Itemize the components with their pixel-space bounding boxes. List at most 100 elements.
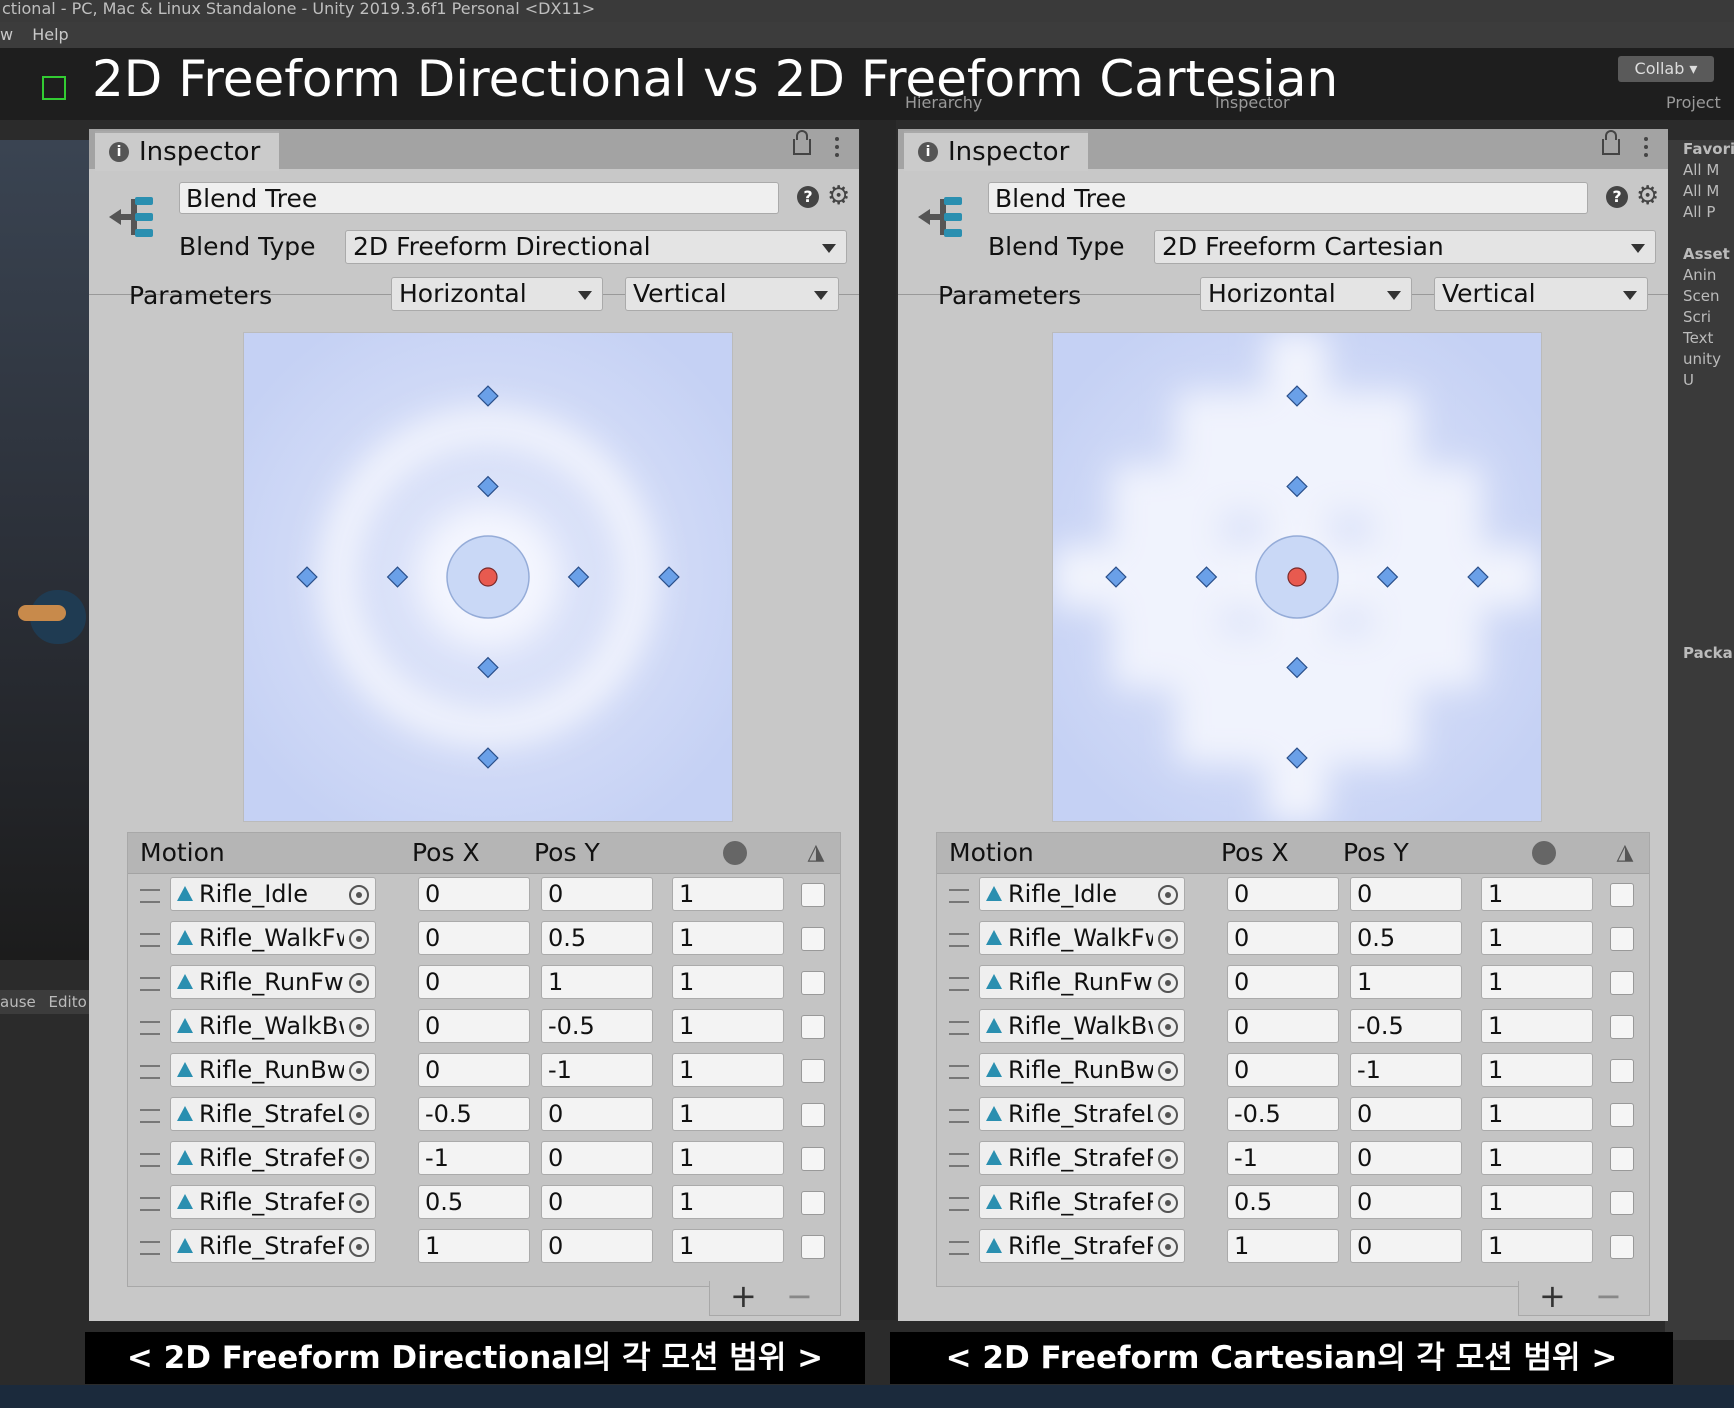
- object-picker-icon[interactable]: [349, 929, 369, 949]
- motion-node-selected[interactable]: [1287, 567, 1307, 587]
- project-item[interactable]: Scri: [1665, 308, 1734, 329]
- posy-field[interactable]: -0.5: [541, 1009, 653, 1043]
- remove-motion-button[interactable]: −: [1595, 1279, 1622, 1313]
- project-item[interactable]: Scen: [1665, 287, 1734, 308]
- posy-field[interactable]: -1: [1350, 1053, 1462, 1087]
- object-picker-icon[interactable]: [1158, 885, 1178, 905]
- posx-field[interactable]: 0.5: [418, 1185, 530, 1219]
- posx-field[interactable]: 0.5: [1227, 1185, 1339, 1219]
- editor-label[interactable]: Edito: [49, 993, 87, 1011]
- drag-handle-icon[interactable]: [949, 1021, 969, 1035]
- posy-field[interactable]: 0: [541, 877, 653, 911]
- speed-field[interactable]: 1: [672, 877, 784, 911]
- blend-graph[interactable]: [1052, 332, 1542, 822]
- clip-field[interactable]: Rifle_StrafeRi: [979, 1185, 1185, 1219]
- posx-field[interactable]: 0: [1227, 1053, 1339, 1087]
- speed-field[interactable]: 1: [1481, 1097, 1593, 1131]
- drag-handle-icon[interactable]: [949, 1241, 969, 1255]
- project-item[interactable]: All P: [1665, 203, 1734, 224]
- speed-field[interactable]: 1: [672, 1229, 784, 1263]
- gear-icon[interactable]: ⚙: [827, 181, 850, 211]
- project-item[interactable]: U: [1665, 371, 1734, 392]
- inspector-tab[interactable]: i Inspector: [95, 131, 279, 171]
- drag-handle-icon[interactable]: [140, 1197, 160, 1211]
- parameter-x-dropdown[interactable]: Horizontal: [391, 277, 603, 311]
- mirror-checkbox[interactable]: [801, 1015, 825, 1039]
- object-picker-icon[interactable]: [349, 1149, 369, 1169]
- posx-field[interactable]: 0: [1227, 877, 1339, 911]
- clip-field[interactable]: Rifle_WalkBw: [979, 1009, 1185, 1043]
- clip-field[interactable]: Rifle_Idle: [979, 877, 1185, 911]
- clip-field[interactable]: Rifle_WalkBw: [170, 1009, 376, 1043]
- speed-field[interactable]: 1: [672, 1097, 784, 1131]
- clip-field[interactable]: Rifle_RunBwd: [979, 1053, 1185, 1087]
- speed-field[interactable]: 1: [1481, 877, 1593, 911]
- speed-field[interactable]: 1: [672, 921, 784, 955]
- posx-field[interactable]: 0: [418, 877, 530, 911]
- mirror-checkbox[interactable]: [1610, 1103, 1634, 1127]
- help-icon[interactable]: ?: [797, 186, 819, 208]
- drag-handle-icon[interactable]: [949, 889, 969, 903]
- project-item[interactable]: [1665, 434, 1734, 455]
- object-picker-icon[interactable]: [349, 885, 369, 905]
- posx-field[interactable]: -0.5: [1227, 1097, 1339, 1131]
- project-item[interactable]: [1665, 476, 1734, 497]
- remove-motion-button[interactable]: −: [786, 1279, 813, 1313]
- posx-field[interactable]: 0: [418, 965, 530, 999]
- speed-field[interactable]: 1: [1481, 965, 1593, 999]
- name-field[interactable]: Blend Tree: [988, 182, 1588, 214]
- object-picker-icon[interactable]: [349, 1193, 369, 1213]
- add-motion-button[interactable]: +: [730, 1279, 757, 1313]
- posy-field[interactable]: 0: [1350, 1185, 1462, 1219]
- project-item[interactable]: [1665, 602, 1734, 623]
- speed-field[interactable]: 1: [1481, 921, 1593, 955]
- mirror-checkbox[interactable]: [1610, 971, 1634, 995]
- posy-field[interactable]: 0: [541, 1185, 653, 1219]
- menu-item-help[interactable]: Help: [32, 25, 68, 44]
- project-item[interactable]: [1665, 539, 1734, 560]
- object-picker-icon[interactable]: [349, 1105, 369, 1125]
- posy-field[interactable]: 0.5: [1350, 921, 1462, 955]
- drag-handle-icon[interactable]: [949, 1109, 969, 1123]
- project-item[interactable]: [1665, 497, 1734, 518]
- posx-field[interactable]: -1: [1227, 1141, 1339, 1175]
- clip-field[interactable]: Rifle_WalkFw: [979, 921, 1185, 955]
- posy-field[interactable]: 0: [541, 1097, 653, 1131]
- clip-field[interactable]: Rifle_WalkFw: [170, 921, 376, 955]
- gear-icon[interactable]: ⚙: [1636, 181, 1659, 211]
- drag-handle-icon[interactable]: [140, 977, 160, 991]
- object-picker-icon[interactable]: [349, 973, 369, 993]
- posx-field[interactable]: 0: [1227, 921, 1339, 955]
- project-item[interactable]: [1665, 581, 1734, 602]
- clip-field[interactable]: Rifle_RunFwd: [170, 965, 376, 999]
- blend-graph[interactable]: [243, 332, 733, 822]
- mirror-checkbox[interactable]: [1610, 883, 1634, 907]
- drag-handle-icon[interactable]: [140, 889, 160, 903]
- project-item[interactable]: [1665, 392, 1734, 413]
- speed-field[interactable]: 1: [1481, 1141, 1593, 1175]
- clip-field[interactable]: Rifle_StrafeR: [979, 1229, 1185, 1263]
- project-item[interactable]: Anin: [1665, 266, 1734, 287]
- project-item[interactable]: All M: [1665, 182, 1734, 203]
- mirror-checkbox[interactable]: [801, 1235, 825, 1259]
- posy-field[interactable]: 0: [1350, 1229, 1462, 1263]
- mirror-checkbox[interactable]: [801, 1103, 825, 1127]
- object-picker-icon[interactable]: [1158, 1105, 1178, 1125]
- project-item[interactable]: Favori: [1665, 140, 1734, 161]
- mirror-checkbox[interactable]: [1610, 1191, 1634, 1215]
- menu-dots-icon[interactable]: [1644, 137, 1648, 159]
- clip-field[interactable]: Rifle_StrafeR: [170, 1141, 376, 1175]
- posy-field[interactable]: 0: [1350, 1141, 1462, 1175]
- project-item[interactable]: All M: [1665, 161, 1734, 182]
- lock-icon[interactable]: [1602, 130, 1620, 155]
- drag-handle-icon[interactable]: [949, 1065, 969, 1079]
- project-item[interactable]: [1665, 455, 1734, 476]
- object-picker-icon[interactable]: [1158, 1149, 1178, 1169]
- drag-handle-icon[interactable]: [140, 1021, 160, 1035]
- menu-dots-icon[interactable]: [835, 137, 839, 159]
- project-item[interactable]: [1665, 623, 1734, 644]
- project-item[interactable]: [1665, 518, 1734, 539]
- drag-handle-icon[interactable]: [949, 1197, 969, 1211]
- speed-field[interactable]: 1: [672, 1185, 784, 1219]
- posy-field[interactable]: -0.5: [1350, 1009, 1462, 1043]
